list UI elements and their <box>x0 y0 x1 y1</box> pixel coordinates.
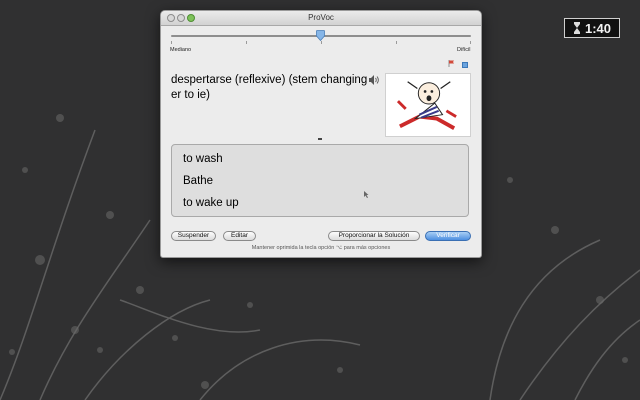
speaker-icon[interactable] <box>368 74 380 86</box>
difficulty-label-right: Difícil <box>457 47 471 53</box>
slider-tick <box>396 41 397 44</box>
suspend-button[interactable]: Suspender <box>171 231 216 241</box>
answer-item[interactable]: to wash <box>183 153 223 165</box>
slider-tick <box>470 41 471 44</box>
answer-list: to wash Bathe to wake up <box>171 144 469 217</box>
clipart-image <box>385 73 471 137</box>
question-text: despertarse (reflexive) (stem changing e… <box>171 74 368 101</box>
slider-tick <box>321 41 322 44</box>
clock-widget: 1:40 <box>564 18 620 38</box>
difficulty-slider-thumb[interactable] <box>316 30 325 41</box>
clock-time: 1:40 <box>584 20 612 36</box>
answer-item[interactable]: to wake up <box>183 197 239 209</box>
minimize-window-button[interactable] <box>177 14 185 22</box>
edit-button[interactable]: Editar <box>223 231 256 241</box>
hourglass-icon <box>573 22 580 34</box>
mouse-cursor-icon <box>364 191 369 198</box>
answer-item[interactable]: Bathe <box>183 175 213 187</box>
difficulty-label-left: Mediano <box>170 47 192 53</box>
slider-tick <box>171 41 172 44</box>
options-hint: Mantener oprimida la tecla opción ⌥ para… <box>251 245 391 251</box>
provoc-window: ProVoc Mediano Difícil despertarse (refl… <box>160 10 482 258</box>
flag-icon[interactable] <box>448 60 455 67</box>
give-solution-button[interactable]: Proporcionar la Solución <box>328 231 420 241</box>
label-color-icon[interactable] <box>462 62 468 68</box>
verify-button[interactable]: Verificar <box>425 231 471 241</box>
window-title: ProVoc <box>308 13 334 22</box>
splitter-handle[interactable] <box>318 138 322 140</box>
title-bar[interactable]: ProVoc <box>161 11 481 26</box>
zoom-window-button[interactable] <box>187 14 195 22</box>
close-window-button[interactable] <box>167 14 175 22</box>
slider-tick <box>246 41 247 44</box>
